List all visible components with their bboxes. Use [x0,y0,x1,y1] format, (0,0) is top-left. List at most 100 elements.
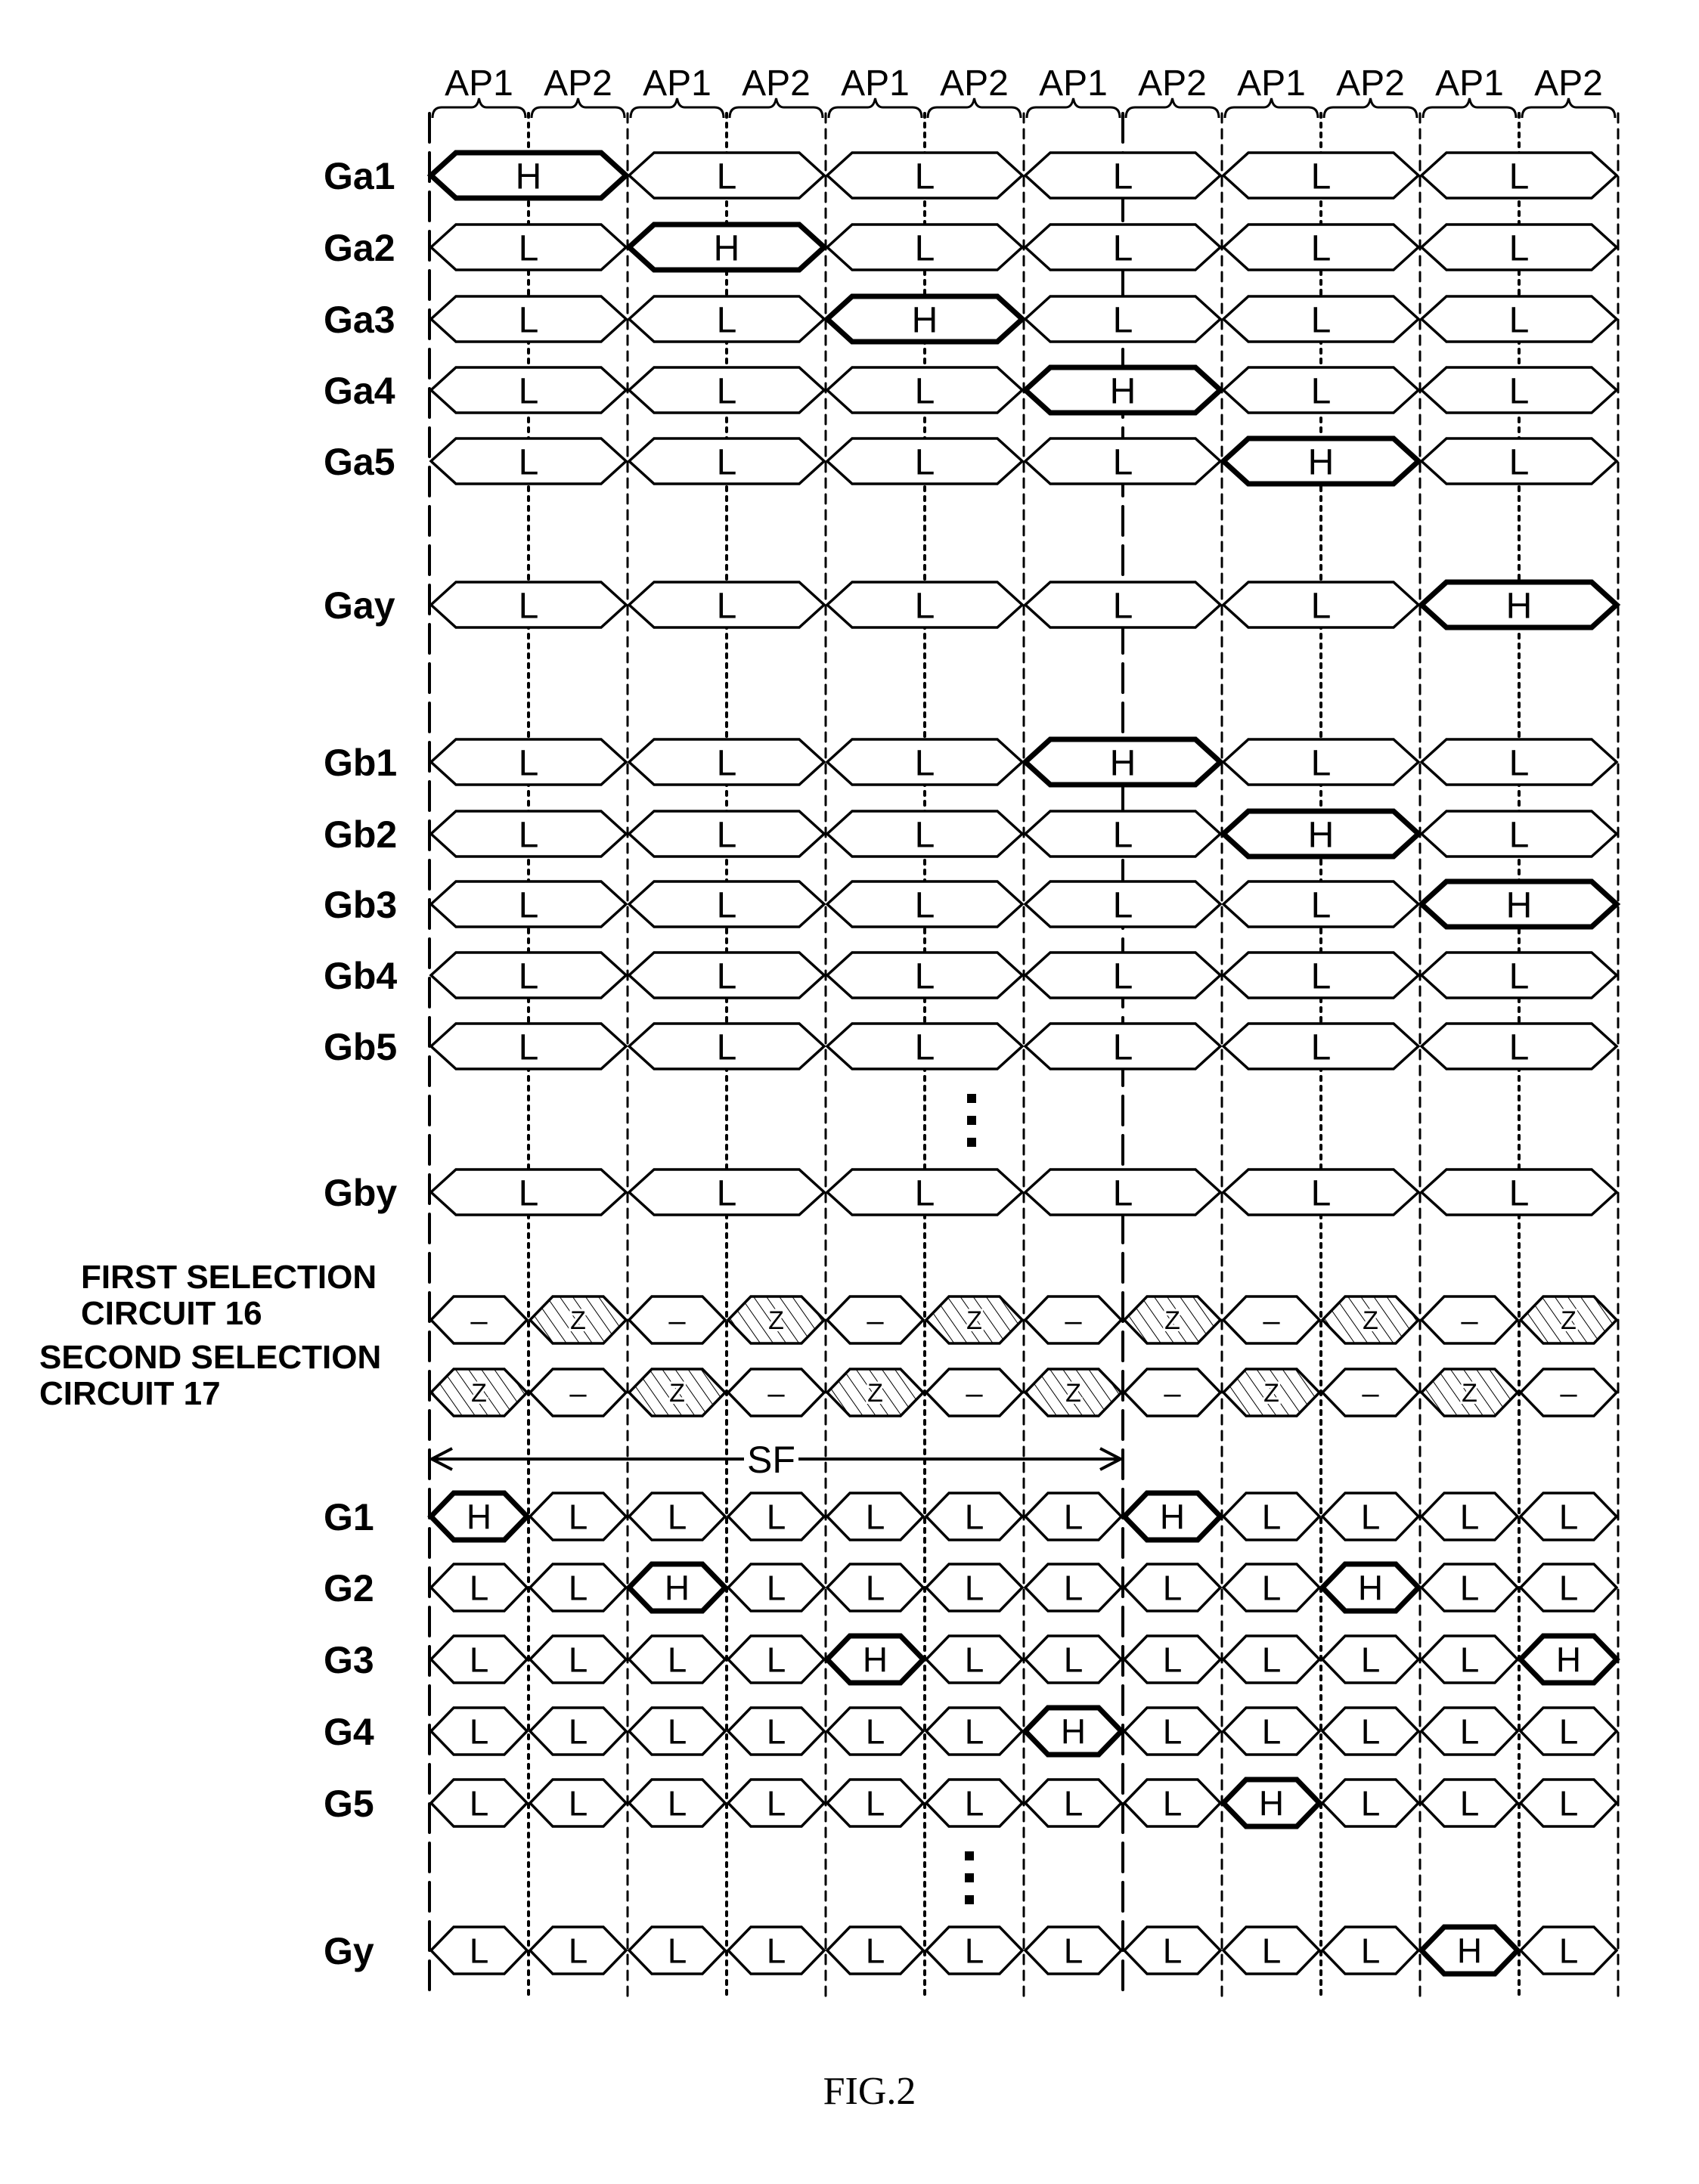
state-cell-low: L [1023,1022,1223,1070]
state-cell-low: L [1122,1563,1223,1612]
state-cell-hiz: Z [429,1368,529,1417]
subperiod-label: AP1 [1039,64,1108,104]
state-value: L [717,1173,737,1213]
state-value: L [915,1027,935,1067]
state-cell-dash: – [627,1295,727,1345]
ellipsis-dot [967,1116,976,1125]
subperiod-header: AP1 AP2 AP1 AP2 AP1 AP2 AP1 AP2 AP1 AP2 AP1 AP2 [431,64,1617,119]
row-label: Gb5 [324,1026,397,1068]
state-value: L [717,371,737,411]
row-label: Gy [324,1930,374,1972]
state-value: L [1460,1712,1480,1752]
state-value: L [1361,1932,1381,1971]
row-label: Ga5 [324,441,395,483]
state-cell-low: L [1221,223,1421,271]
state-value: L [519,371,539,411]
state-value: L [717,885,737,925]
state-cell-low: L [1320,1925,1421,1975]
state-cell-low: L [1419,366,1619,414]
state-cell-dash: – [924,1368,1025,1417]
state-value: L [470,1712,489,1752]
state-value: L [470,1784,489,1823]
state-value: L [965,1784,984,1823]
state-value: L [1509,228,1530,268]
row-label: FIRST SELECTION [81,1259,377,1296]
state-cell-low: L [1221,581,1421,629]
state-value: – [1065,1304,1082,1337]
state-value: L [1262,1569,1282,1608]
state-value: – [1362,1377,1379,1410]
state-cell-low: L [825,810,1025,858]
state-cell-low: L [429,951,628,999]
state-cell-high: H [1021,736,1225,788]
state-cell-low: L [1419,1022,1619,1070]
state-value: L [915,815,935,855]
state-value: L [1509,156,1530,197]
state-value: L [915,956,935,996]
figure-caption: FIG.2 [823,2070,916,2113]
state-cell-low: L [1221,1168,1421,1216]
signal-row: LLLLLH [429,878,1621,930]
state-cell-low: L [726,1563,826,1612]
state-value: L [965,1932,984,1971]
state-value: H [1110,371,1136,411]
state-cell-low: L [429,1706,529,1756]
state-value: L [866,1932,885,1971]
state-value: L [519,442,539,482]
state-value: L [1163,1640,1183,1680]
subperiod-label: AP2 [1534,64,1603,104]
state-value: L [717,300,737,340]
row-label: G4 [324,1711,374,1753]
state-value: L [519,885,539,925]
state-cell-low: L [429,366,628,414]
state-cell-low: L [627,581,826,629]
state-cell-low: L [825,1563,925,1612]
state-value: L [1559,1932,1579,1971]
state-cell-low: L [429,1925,529,1975]
state-cell-low: L [1518,1492,1619,1541]
state-cell-low: L [627,951,826,999]
state-cell-high: H [427,1490,531,1543]
state-value: Z [768,1306,784,1335]
state-cell-low: L [924,1563,1025,1612]
state-cell-low: L [825,1022,1025,1070]
state-value: L [470,1932,489,1971]
state-value: L [519,1173,539,1213]
state-cell-low: L [1419,1563,1520,1612]
state-cell-low: L [1023,1492,1124,1541]
state-value: L [1113,300,1133,340]
state-cell-low: L [1419,1168,1619,1216]
state-value: L [1559,1712,1579,1752]
state-cell-low: L [825,738,1025,786]
state-cell-low: L [429,581,628,629]
state-cell-hiz: Z [627,1368,727,1417]
state-value: L [1113,1027,1133,1067]
state-cell-low: L [825,1778,925,1828]
state-value: L [1460,1640,1480,1680]
state-value: L [866,1712,885,1752]
state-value: L [1509,1027,1530,1067]
state-value: – [767,1377,785,1410]
state-cell-low: L [1419,1706,1520,1756]
state-value: L [1361,1712,1381,1752]
state-value: Z [1462,1379,1477,1408]
state-cell-low: L [1221,295,1421,343]
state-cell-low: L [1419,1634,1520,1684]
state-value: – [569,1377,587,1410]
state-value: H [665,1569,690,1608]
state-value: L [519,815,539,855]
state-cell-low: L [1419,151,1619,200]
state-value: L [1163,1932,1183,1971]
state-value: L [1460,1784,1480,1823]
row-label: G2 [324,1567,374,1609]
state-cell-low: L [1221,1492,1322,1541]
signal-row: LLLLLLLLLLHL [429,1924,1619,1977]
state-value: – [867,1304,884,1337]
state-cell-low: L [627,1634,727,1684]
state-cell-low: L [528,1778,628,1828]
state-cell-dash: – [1419,1295,1520,1345]
state-value: L [965,1712,984,1752]
state-value: H [1259,1784,1284,1823]
state-cell-low: L [1023,810,1223,858]
state-value: L [717,442,737,482]
